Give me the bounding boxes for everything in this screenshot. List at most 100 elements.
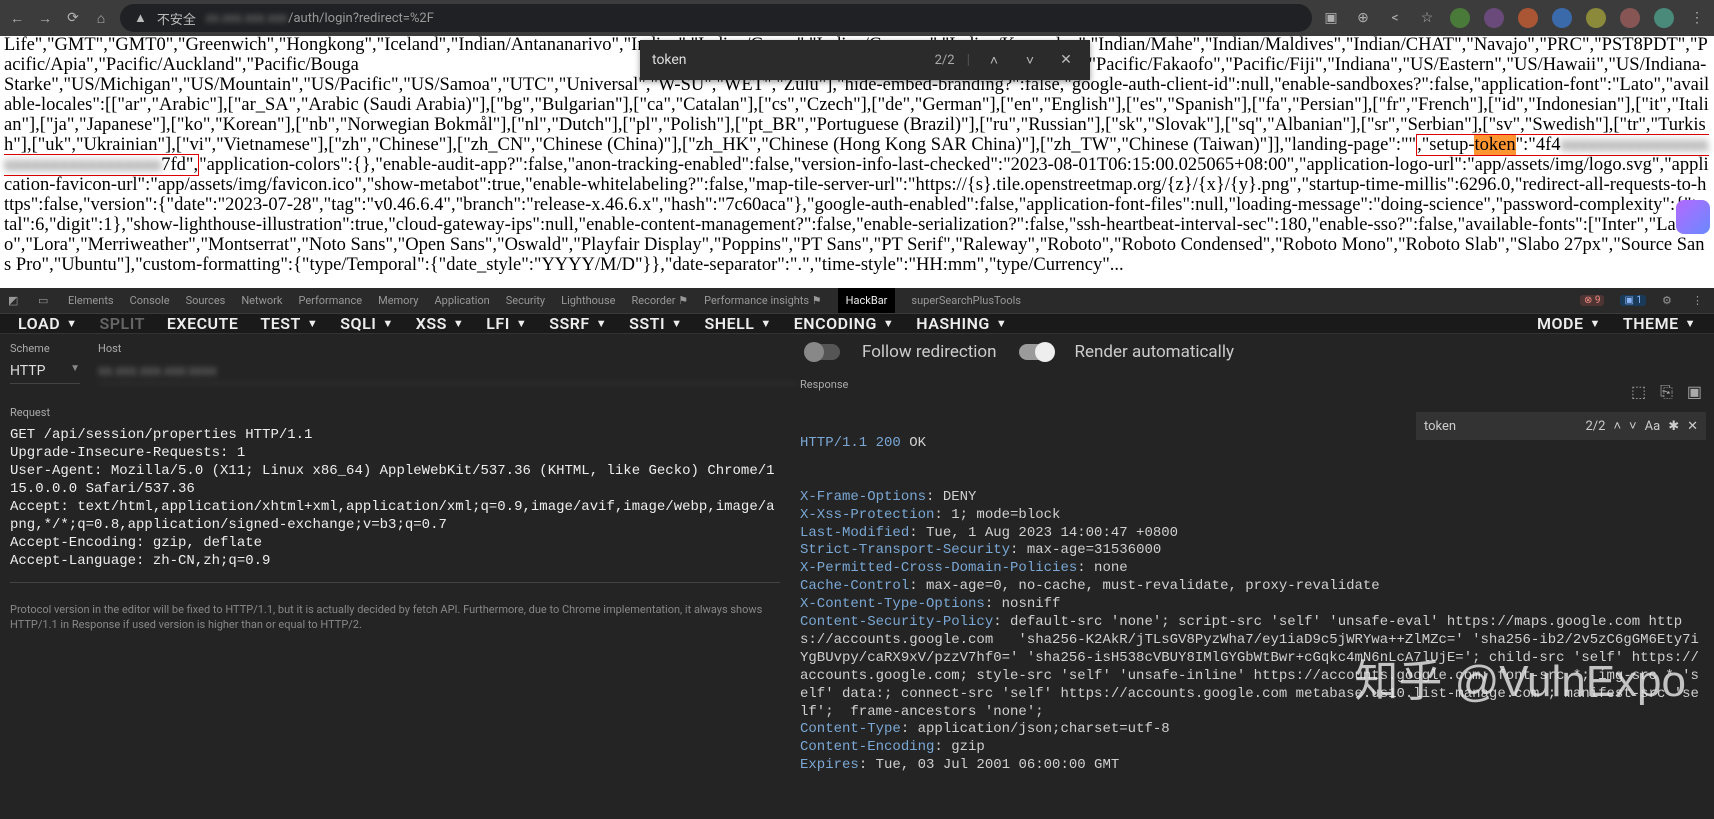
copy-icon[interactable]: ⎘ bbox=[1660, 382, 1673, 402]
ssrf-button[interactable]: SSRF▼ bbox=[549, 314, 607, 333]
devtools-panel: ◩ ▭ Elements Console Sources Network Per… bbox=[0, 288, 1714, 819]
shell-button[interactable]: SHELL▼ bbox=[704, 314, 771, 333]
find-close-icon[interactable]: ✕ bbox=[1054, 52, 1078, 68]
extension-icon[interactable] bbox=[1518, 8, 1538, 28]
extension-icon[interactable] bbox=[1552, 8, 1572, 28]
mode-button[interactable]: MODE▼ bbox=[1537, 314, 1601, 333]
share-icon[interactable]: < bbox=[1386, 9, 1404, 27]
menu-icon[interactable]: ⋮ bbox=[1688, 9, 1706, 27]
header-value: : none bbox=[1077, 560, 1127, 576]
header-key: Content-Security-Policy bbox=[800, 614, 993, 630]
tab-performance[interactable]: Performance bbox=[298, 294, 362, 307]
devtools-tabs: ◩ ▭ Elements Console Sources Network Per… bbox=[0, 288, 1714, 314]
reload-icon[interactable]: ⟳ bbox=[64, 9, 82, 27]
settings-icon[interactable]: ⚙ bbox=[1662, 294, 1676, 308]
find-count: 2/2 bbox=[935, 53, 955, 68]
insecure-label: 不安全 bbox=[157, 9, 196, 28]
forward-icon[interactable]: → bbox=[36, 9, 54, 27]
protocol-note: Protocol version in the editor will be f… bbox=[10, 603, 780, 633]
case-icon[interactable]: Aa bbox=[1645, 419, 1661, 434]
header-value: : Tue, 03 Jul 2001 06:00:00 GMT bbox=[859, 757, 1119, 773]
find-highlight: token bbox=[1474, 135, 1515, 155]
extension-icon[interactable] bbox=[1586, 8, 1606, 28]
find-input[interactable]: token bbox=[652, 52, 923, 68]
home-icon[interactable]: ⌂ bbox=[92, 9, 110, 27]
tab-application[interactable]: Application bbox=[434, 294, 489, 307]
header-key: Expires bbox=[800, 757, 859, 773]
response-body[interactable]: HTTP/1.1 200 OK X-Frame-Options: DENYX-X… bbox=[800, 399, 1704, 811]
response-label: Response bbox=[800, 378, 1704, 391]
header-key: Content-Encoding bbox=[800, 739, 934, 755]
header-value: : application/json;charset=utf-8 bbox=[901, 721, 1170, 737]
theme-button[interactable]: THEME▼ bbox=[1623, 314, 1696, 333]
test-button[interactable]: TEST▼ bbox=[260, 314, 318, 333]
zoom-icon[interactable]: ⊕ bbox=[1354, 9, 1372, 27]
tab-network[interactable]: Network bbox=[241, 294, 282, 307]
bookmark-icon[interactable]: ☆ bbox=[1418, 9, 1436, 27]
url-bar[interactable]: ▲ 不安全 xx.xxx.xxx.xxx/auth/login?redirect… bbox=[120, 4, 1312, 32]
load-button[interactable]: LOAD▼ bbox=[18, 314, 78, 333]
tab-lighthouse[interactable]: Lighthouse bbox=[561, 294, 615, 307]
find-prev-icon[interactable]: ˄ bbox=[982, 52, 1006, 69]
split-button[interactable]: SPLIT bbox=[100, 314, 145, 333]
tab-elements[interactable]: Elements bbox=[68, 294, 114, 307]
extension-icon[interactable] bbox=[1654, 8, 1674, 28]
regex-icon[interactable]: ✱ bbox=[1668, 419, 1679, 434]
host-input[interactable]: xx.xxx.xxx.xxx:xxxx bbox=[98, 359, 798, 384]
search-prev-icon[interactable]: ˄ bbox=[1613, 418, 1621, 434]
execute-button[interactable]: EXECUTE bbox=[167, 314, 239, 333]
error-badge[interactable]: ⊗ 9 bbox=[1580, 295, 1604, 306]
scheme-select[interactable]: HTTP▼ bbox=[10, 359, 80, 384]
tab-recorder[interactable]: Recorder ⚑ bbox=[631, 294, 688, 307]
render-toggle[interactable] bbox=[1019, 344, 1053, 360]
header-value: : nosniff bbox=[985, 596, 1061, 612]
response-search-input[interactable]: token bbox=[1424, 419, 1577, 434]
scheme-label: Scheme bbox=[10, 342, 80, 355]
lfi-button[interactable]: LFI▼ bbox=[486, 314, 527, 333]
inspect-icon[interactable]: ◩ bbox=[8, 294, 22, 308]
tab-sources[interactable]: Sources bbox=[186, 294, 226, 307]
tab-supersearch[interactable]: superSearchPlusTools bbox=[911, 294, 1021, 307]
toolbar-right: ▣ ⊕ < ☆ ⋮ bbox=[1322, 8, 1706, 28]
select-icon[interactable]: ⬚ bbox=[1631, 382, 1646, 402]
encoding-button[interactable]: ENCODING▼ bbox=[794, 314, 894, 333]
header-key: X-Permitted-Cross-Domain-Policies bbox=[800, 560, 1077, 576]
extension-icon[interactable] bbox=[1450, 8, 1470, 28]
tab-security[interactable]: Security bbox=[506, 294, 545, 307]
follow-toggle[interactable] bbox=[806, 344, 840, 360]
header-value: : Tue, 1 Aug 2023 14:00:47 +0800 bbox=[909, 525, 1178, 541]
tab-console[interactable]: Console bbox=[130, 294, 170, 307]
back-icon[interactable]: ← bbox=[8, 9, 26, 27]
header-key: X-Content-Type-Options bbox=[800, 596, 985, 612]
tab-hackbar[interactable]: HackBar bbox=[838, 288, 896, 313]
find-next-icon[interactable]: ˅ bbox=[1018, 52, 1042, 69]
search-close-icon[interactable]: ✕ bbox=[1687, 419, 1698, 434]
request-editor[interactable]: GET /api/session/properties HTTP/1.1 Upg… bbox=[10, 427, 780, 570]
info-badge[interactable]: ▣ 1 bbox=[1620, 295, 1646, 306]
insecure-icon: ▲ bbox=[134, 10, 147, 26]
search-next-icon[interactable]: ˅ bbox=[1629, 418, 1637, 434]
badge-icon bbox=[1676, 200, 1710, 234]
extension-icon[interactable] bbox=[1620, 8, 1640, 28]
response-search-count: 2/2 bbox=[1585, 419, 1605, 434]
follow-label: Follow redirection bbox=[862, 342, 997, 362]
json-text: "application-colors":{},"enable-audit-ap… bbox=[4, 155, 1709, 275]
tab-memory[interactable]: Memory bbox=[378, 294, 418, 307]
xss-button[interactable]: XSS▼ bbox=[416, 314, 465, 333]
device-icon[interactable]: ▭ bbox=[38, 294, 52, 308]
response-search: token 2/2 ˄ ˅ Aa ✱ ✕ bbox=[1416, 412, 1706, 440]
hackbar-request-pane: Scheme HTTP▼ Host xx.xxx.xxx.xxx:xxxx Re… bbox=[0, 334, 790, 819]
hashing-button[interactable]: HASHING▼ bbox=[916, 314, 1007, 333]
reader-icon[interactable]: ▣ bbox=[1322, 9, 1340, 27]
sqli-button[interactable]: SQLI▼ bbox=[340, 314, 393, 333]
host-label: Host bbox=[98, 342, 798, 355]
hackbar-toolbar: LOAD▼ SPLIT EXECUTE TEST▼ SQLI▼ XSS▼ LFI… bbox=[0, 314, 1714, 334]
extension-icon[interactable] bbox=[1484, 8, 1504, 28]
window-icon[interactable]: ▣ bbox=[1687, 382, 1702, 402]
ssti-button[interactable]: SSTI▼ bbox=[629, 314, 682, 333]
header-key: Last-Modified bbox=[800, 525, 909, 541]
tab-perf-insights[interactable]: Performance insights ⚑ bbox=[704, 294, 822, 307]
hackbar-response-pane: Follow redirection Render automatically … bbox=[790, 334, 1714, 819]
more-icon[interactable]: ⋮ bbox=[1692, 294, 1706, 308]
browser-toolbar: ← → ⟳ ⌂ ▲ 不安全 xx.xxx.xxx.xxx/auth/login?… bbox=[0, 0, 1714, 36]
